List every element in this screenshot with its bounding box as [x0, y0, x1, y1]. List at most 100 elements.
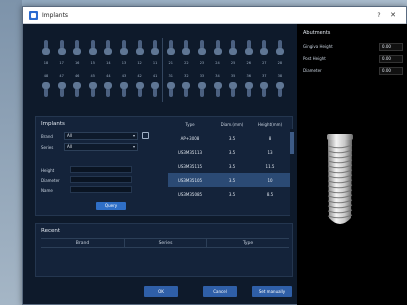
recent-column-type[interactable]: Type — [207, 239, 289, 247]
diameter-field[interactable]: 0.00 — [379, 67, 403, 75]
lower-tooth[interactable] — [259, 82, 269, 98]
table-cell: 3.5 — [228, 177, 236, 183]
tooth-number: 22 — [184, 61, 189, 65]
tooth-number: 36 — [246, 74, 251, 78]
tooth-number: 33 — [199, 74, 205, 78]
lower-tooth[interactable] — [181, 82, 191, 98]
implants-title: Implants — [41, 121, 65, 127]
name-input[interactable] — [70, 186, 132, 193]
table-cell: 3.5 — [228, 163, 236, 169]
dialog-buttons: OK Cancel Set manually — [23, 286, 296, 300]
ok-button[interactable]: OK — [144, 286, 178, 297]
implant-3d-preview — [327, 134, 353, 224]
table-cell: 3.5 — [228, 149, 236, 155]
lower-tooth[interactable] — [41, 82, 51, 98]
upper-tooth[interactable] — [259, 40, 269, 56]
table-row[interactable]: US3M35085 3.5 8.5 — [168, 187, 294, 201]
upper-tooth[interactable] — [275, 40, 285, 56]
upper-tooth[interactable] — [135, 40, 145, 56]
height-input[interactable] — [70, 166, 132, 173]
close-button[interactable]: ✕ — [386, 11, 400, 19]
upper-tooth[interactable] — [197, 40, 207, 56]
lower-tooth[interactable] — [72, 82, 82, 98]
upper-tooth[interactable] — [72, 40, 82, 56]
implant-table: Type Diam.(mm) Height(mm) AP+3008 3.5 8 US3… — [168, 117, 294, 217]
lower-tooth[interactable] — [197, 82, 207, 98]
upper-tooth[interactable] — [244, 40, 254, 56]
tooth-number: 24 — [215, 61, 220, 65]
upper-tooth[interactable] — [213, 40, 223, 56]
tooth-number: 16 — [74, 61, 80, 65]
tooth-number: 32 — [184, 74, 189, 78]
upper-tooth[interactable] — [103, 40, 113, 56]
column-height[interactable]: Height(mm) — [252, 122, 288, 127]
upper-tooth[interactable] — [41, 40, 51, 56]
brand-label: Brand — [41, 134, 53, 139]
upper-tooth[interactable] — [166, 40, 176, 56]
recent-column-brand[interactable]: Brand — [41, 239, 125, 247]
upper-tooth[interactable] — [119, 40, 129, 56]
abutment-row-post: Post Height 0.00 — [303, 55, 403, 64]
title-bar: Implants ? ✕ — [23, 7, 406, 24]
table-cell: US3M35115 — [177, 163, 203, 169]
name-label: Name — [41, 188, 53, 193]
table-cell: AP+3008 — [180, 135, 200, 141]
lower-tooth[interactable] — [150, 82, 160, 98]
upper-tooth[interactable] — [181, 40, 191, 56]
table-row[interactable]: US3M35113 3.5 13 — [168, 145, 294, 159]
column-type[interactable]: Type — [168, 122, 212, 127]
brand-value: All — [67, 133, 72, 138]
tooth-number: 17 — [59, 61, 64, 65]
app-icon — [29, 10, 38, 20]
table-row[interactable]: US3M35115 3.5 11.5 — [168, 159, 294, 173]
gingiva-height-label: Gingiva Height — [303, 44, 333, 49]
tooth-number: 13 — [121, 61, 127, 65]
tooth-number: 47 — [59, 74, 64, 78]
lower-tooth[interactable] — [103, 82, 113, 98]
upper-tooth[interactable] — [88, 40, 98, 56]
table-scrollbar[interactable] — [290, 129, 294, 217]
series-label: Series — [41, 145, 54, 150]
tooth-number: 44 — [106, 74, 111, 78]
lower-tooth[interactable] — [166, 82, 176, 98]
post-height-field[interactable]: 0.00 — [379, 55, 403, 63]
abutment-row-gingiva: Gingiva Height 0.00 — [303, 43, 403, 52]
upper-tooth-numbers: 18 17 16 15 14 13 12 11 21 22 23 24 25 26 27 28 — [35, 59, 291, 67]
lower-teeth-row — [35, 82, 291, 100]
table-row[interactable]: US3M35105 3.5 10 — [168, 173, 294, 187]
table-cell: 3.5 — [228, 135, 236, 141]
tooth-number: 45 — [90, 74, 96, 78]
brand-select[interactable]: All ▾ — [64, 132, 138, 140]
lower-tooth[interactable] — [57, 82, 67, 98]
lower-tooth[interactable] — [135, 82, 145, 98]
lower-tooth[interactable] — [244, 82, 254, 98]
set-manually-button[interactable]: Set manually — [252, 286, 292, 297]
lower-tooth[interactable] — [119, 82, 129, 98]
query-button[interactable]: Query — [96, 202, 126, 210]
tooth-number: 43 — [121, 74, 127, 78]
upper-teeth-row — [35, 40, 291, 58]
lower-tooth[interactable] — [213, 82, 223, 98]
gingiva-height-field[interactable]: 0.00 — [379, 43, 403, 51]
table-row[interactable]: AP+3008 3.5 8 — [168, 131, 294, 145]
upper-tooth[interactable] — [150, 40, 160, 56]
cancel-button[interactable]: Cancel — [203, 286, 237, 297]
diameter-input[interactable] — [70, 176, 132, 183]
recent-column-series[interactable]: Series — [125, 239, 207, 247]
table-cell: 10 — [267, 177, 273, 183]
table-header: Type Diam.(mm) Height(mm) — [168, 117, 294, 131]
lower-tooth[interactable] — [228, 82, 238, 98]
scrollbar-thumb[interactable] — [290, 132, 294, 154]
diameter-label-right: Diameter — [303, 68, 322, 73]
tooth-number: 15 — [90, 61, 96, 65]
table-cell: 8.5 — [266, 191, 274, 197]
help-button[interactable]: ? — [372, 12, 386, 19]
column-diameter[interactable]: Diam.(mm) — [212, 122, 252, 127]
tooth-chart: 18 17 16 15 14 13 12 11 21 22 23 24 25 26 27 28 48 47 46 4… — [35, 38, 291, 102]
lower-tooth[interactable] — [88, 82, 98, 98]
upper-tooth[interactable] — [57, 40, 67, 56]
series-select[interactable]: All ▾ — [64, 143, 138, 151]
lower-tooth[interactable] — [275, 82, 285, 98]
edit-icon[interactable] — [142, 132, 149, 139]
upper-tooth[interactable] — [228, 40, 238, 56]
